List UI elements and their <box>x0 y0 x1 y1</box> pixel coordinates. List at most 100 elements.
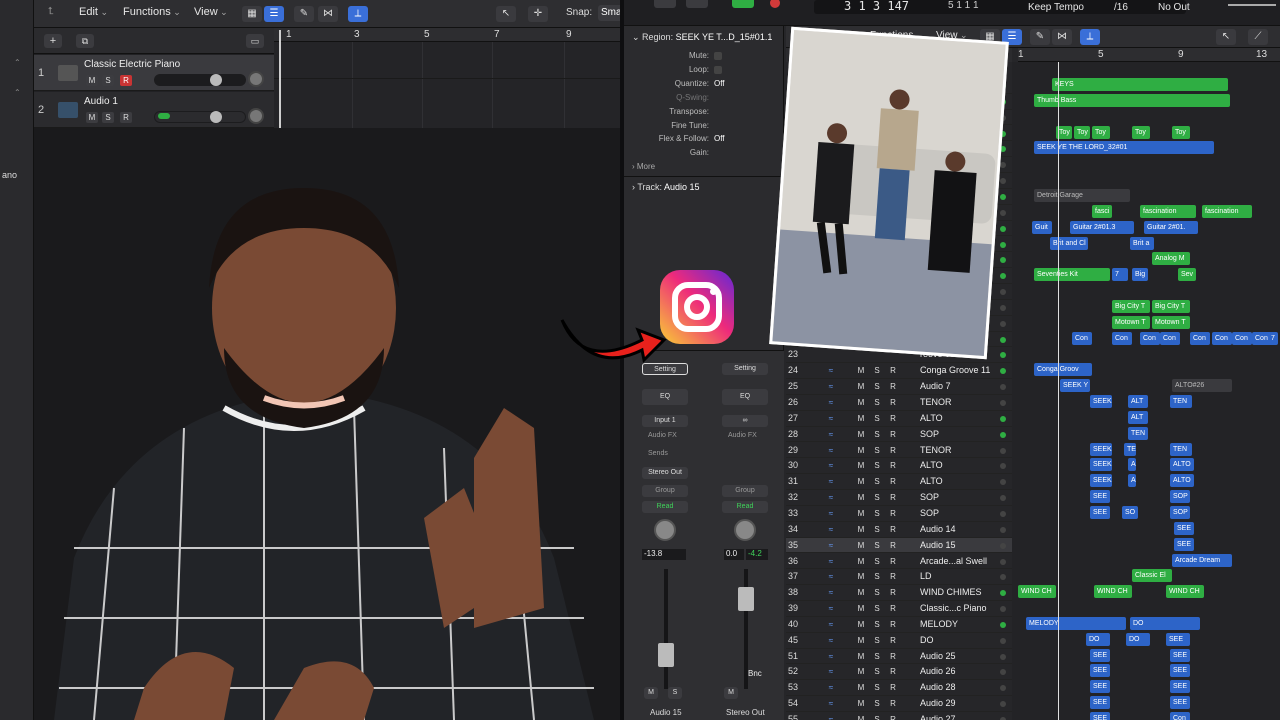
track-row[interactable]: 26 ≈ M S R TENOR <box>786 395 1012 411</box>
region[interactable]: Guit <box>1032 220 1052 234</box>
record-button[interactable]: R <box>888 445 898 456</box>
track-row[interactable]: 32 ≈ M S R SOP <box>786 490 1012 506</box>
track-row[interactable]: 27 ≈ M S R ALTO <box>786 411 1012 427</box>
mute-button[interactable]: M <box>856 714 866 720</box>
region[interactable]: 7 <box>1112 268 1128 282</box>
record-button[interactable]: R <box>120 75 132 86</box>
mute-button[interactable]: M <box>856 619 866 630</box>
region[interactable]: TEN <box>1170 442 1192 456</box>
track-row[interactable]: 54 ≈ M S R Audio 29 <box>786 696 1012 712</box>
track-row[interactable]: 31 ≈ M S R ALTO <box>786 474 1012 491</box>
region[interactable]: SOP <box>1170 505 1190 519</box>
record-transport-button[interactable] <box>770 0 780 8</box>
solo-button[interactable]: S <box>872 603 882 614</box>
volume-knob[interactable] <box>210 111 222 123</box>
region[interactable]: SEE <box>1090 696 1110 710</box>
track-on-indicator[interactable] <box>1000 257 1006 264</box>
region[interactable]: TEN <box>1170 395 1192 408</box>
pan-knob[interactable] <box>248 108 264 124</box>
track-row[interactable]: 51 ≈ M S R Audio 25 <box>786 649 1012 665</box>
solo-button[interactable]: S <box>872 492 882 503</box>
eq-button[interactable]: EQ <box>722 389 768 405</box>
track-on-indicator[interactable] <box>1000 368 1006 375</box>
solo-button[interactable]: S <box>872 651 882 662</box>
region[interactable]: SEE <box>1090 490 1110 504</box>
track-row[interactable]: 28 ≈ M S R SOP <box>786 427 1012 443</box>
track-on-indicator[interactable] <box>1000 701 1006 708</box>
record-button[interactable]: R <box>888 635 898 646</box>
record-button[interactable]: R <box>120 112 132 123</box>
play-button[interactable] <box>732 0 754 8</box>
region[interactable]: DO <box>1126 632 1150 646</box>
automation-read-button[interactable]: Read <box>722 501 768 513</box>
group-slot[interactable]: Group <box>642 485 688 497</box>
region[interactable]: SEEK Y <box>1060 379 1090 393</box>
track-row[interactable]: 37 ≈ M S R LD <box>786 569 1012 586</box>
track-row[interactable]: 33 ≈ M S R SOP <box>786 506 1012 522</box>
track-on-indicator[interactable] <box>1000 162 1006 169</box>
menu-edit[interactable]: Edit <box>79 6 108 18</box>
menu-view[interactable]: View <box>194 6 228 18</box>
region[interactable]: TEN <box>1128 426 1148 440</box>
region[interactable]: SEE <box>1090 712 1110 720</box>
rewind-button[interactable] <box>654 0 676 8</box>
add-track-button[interactable]: + <box>44 34 62 48</box>
solo-button[interactable]: S <box>872 445 882 456</box>
track-on-indicator[interactable] <box>1000 225 1006 232</box>
audio-fx-slot[interactable]: Audio FX <box>648 432 677 439</box>
track-on-indicator[interactable] <box>1000 384 1006 391</box>
region[interactable]: Conga Groov <box>1034 363 1092 377</box>
track-on-indicator[interactable] <box>1000 526 1006 533</box>
region[interactable]: Sev <box>1178 268 1196 282</box>
record-button[interactable]: R <box>888 714 898 720</box>
region[interactable]: Toy <box>1074 125 1090 139</box>
region[interactable]: SEEK <box>1090 395 1112 408</box>
region[interactable]: Con <box>1160 331 1180 345</box>
pan-knob[interactable] <box>248 71 264 87</box>
track-on-indicator[interactable] <box>1000 510 1006 517</box>
region[interactable]: Con <box>1170 712 1190 720</box>
mute-button[interactable]: M <box>856 651 866 662</box>
region[interactable]: Brit and Cl <box>1050 236 1088 250</box>
region[interactable]: Toy <box>1132 125 1150 139</box>
region[interactable]: SEEK <box>1090 458 1112 472</box>
record-button[interactable]: R <box>888 587 898 598</box>
volume-slider[interactable] <box>154 111 246 123</box>
track-row[interactable]: 35 ≈ M S R Audio 15 <box>786 537 1012 554</box>
record-button[interactable]: R <box>888 460 898 471</box>
record-button[interactable]: R <box>888 492 898 503</box>
region[interactable]: MELODY <box>1026 616 1126 630</box>
mute-button[interactable]: M <box>86 112 98 123</box>
mute-button[interactable]: M <box>856 381 866 392</box>
mute-button[interactable]: M <box>856 413 866 424</box>
volume-fader[interactable] <box>738 587 754 611</box>
mute-button[interactable]: M <box>856 429 866 440</box>
record-button[interactable]: R <box>888 556 898 567</box>
solo-button[interactable]: S <box>102 75 114 86</box>
record-button[interactable]: R <box>888 524 898 535</box>
track-on-indicator[interactable] <box>1000 542 1006 549</box>
track-on-indicator[interactable] <box>1000 193 1006 200</box>
region[interactable]: A <box>1128 458 1136 472</box>
region[interactable]: Brit a <box>1130 236 1154 250</box>
track-row[interactable]: 39 ≈ M S R Classic...c Piano <box>786 601 1012 617</box>
region[interactable]: Classic El <box>1132 569 1172 583</box>
mute-button[interactable]: M <box>86 75 98 86</box>
audio-fx-slot[interactable]: Audio FX <box>728 432 757 439</box>
sends-slot[interactable]: Sends <box>648 450 668 457</box>
track-row[interactable]: 38 ≈ M S R WIND CHIMES <box>786 585 1012 601</box>
track-on-indicator[interactable] <box>1000 289 1006 296</box>
timeline-ruler[interactable]: 1 3 5 7 9 <box>274 28 620 42</box>
mute-button[interactable]: M <box>856 556 866 567</box>
track-row[interactable]: 25 ≈ M S R Audio 7 <box>786 379 1012 395</box>
solo-button[interactable]: S <box>872 429 882 440</box>
region[interactable]: SEEK YE THE LORD_32#01 <box>1034 141 1214 155</box>
record-button[interactable]: R <box>888 540 898 551</box>
region[interactable]: Guitar 2#01. <box>1144 220 1198 234</box>
mute-button[interactable]: M <box>856 476 866 487</box>
mute-checkbox[interactable] <box>714 52 722 60</box>
track-on-indicator[interactable] <box>1000 273 1006 280</box>
track-row[interactable]: 24 ≈ M S R Conga Groove 11 <box>786 363 1012 380</box>
arrange-area[interactable]: KEYS Thumb Bass Toy Toy Toy Toy Toy SEEK YE THE… <box>1012 62 1280 720</box>
region[interactable]: SEE <box>1174 537 1194 551</box>
